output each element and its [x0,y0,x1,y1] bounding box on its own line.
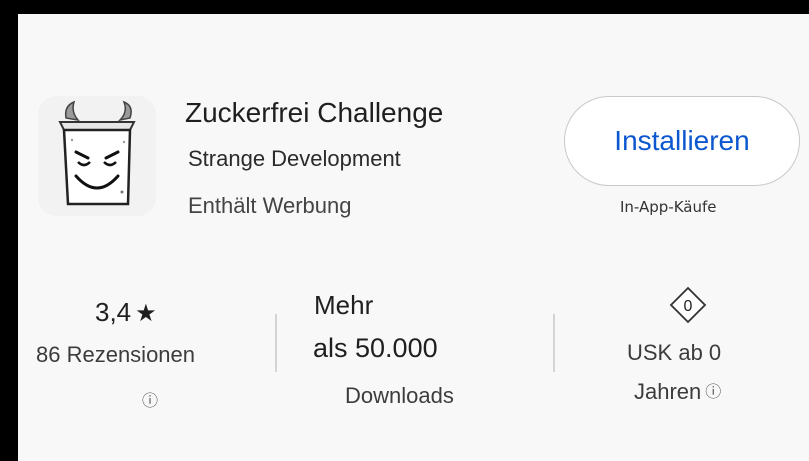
developer-link[interactable]: Strange Development [188,146,401,172]
usk-age-label: USK ab 0 [627,340,722,365]
usk-badge-value: 0 [684,298,693,315]
divider [275,314,277,372]
app-title: Zuckerfrei Challenge [185,97,444,128]
downloads-line-1: Mehr [314,290,374,320]
rating-stat[interactable]: 3,4 ★ [95,297,157,328]
usk-age-label-2: Jahren ⓘ [634,378,721,405]
downloads-count: als 50.000 [313,333,438,363]
in-app-purchases-notice: In-App-Käufe [620,198,717,216]
app-icon[interactable] [38,96,156,216]
install-button[interactable]: Installieren [564,96,800,186]
sugar-cube-devil-icon [58,100,136,206]
usk-rating-badge-icon[interactable]: 0 [669,286,707,324]
ads-notice: Enthält Werbung [188,193,352,218]
info-icon[interactable]: ⓘ [705,384,721,401]
divider [553,314,555,372]
rating-value: 3,4 [95,297,132,327]
star-icon: ★ [135,300,157,327]
downloads-label: Downloads [345,383,454,408]
usk-years-text: Jahren [634,379,702,404]
info-icon[interactable]: ⓘ [142,387,158,411]
reviews-count: 86 Rezensionen [36,342,196,367]
